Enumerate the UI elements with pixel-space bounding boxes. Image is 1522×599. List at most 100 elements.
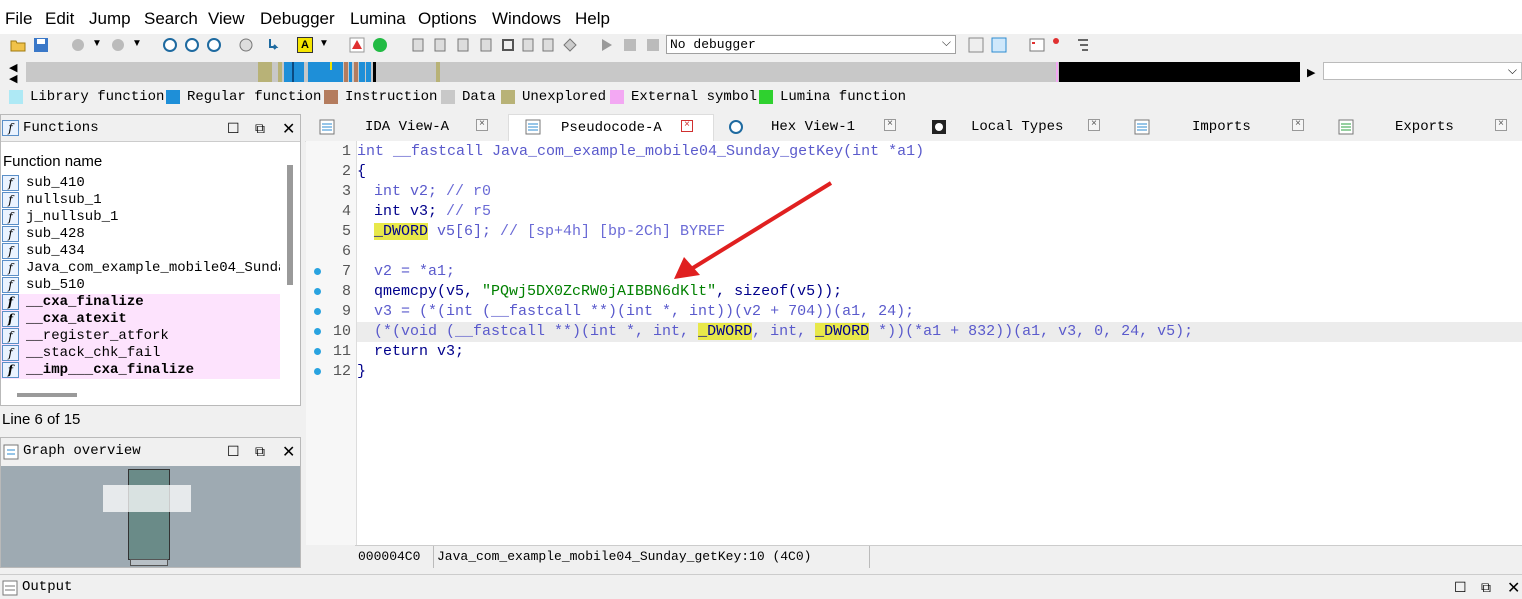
- tree-icon[interactable]: [1075, 37, 1091, 53]
- code-line-4[interactable]: int v3; // r5: [374, 203, 491, 220]
- function-list-item[interactable]: f j_nullsub_1: [1, 209, 280, 226]
- code-line-1[interactable]: int __fastcall Java_com_example_mobile04…: [357, 143, 924, 160]
- close-icon[interactable]: ×: [476, 119, 488, 131]
- breakpoint-list-icon[interactable]: [1052, 37, 1068, 53]
- menu-debugger[interactable]: Debugger: [260, 9, 335, 29]
- code-line-9[interactable]: v3 = (*(int (__fastcall **)(int *, int))…: [374, 303, 914, 320]
- open-folder-icon[interactable]: [10, 37, 26, 53]
- enum-icon[interactable]: [520, 37, 536, 53]
- menu-view[interactable]: View: [208, 9, 245, 29]
- green-circle-icon[interactable]: [372, 37, 388, 53]
- function-list-item[interactable]: f nullsub_1: [1, 192, 280, 209]
- menu-file[interactable]: File: [5, 9, 32, 29]
- breakpoint-dot[interactable]: [314, 288, 321, 295]
- navigation-band[interactable]: ◀ ◀ ▶ ⌵: [0, 58, 1522, 86]
- nav-left-arrow-icon[interactable]: ◀: [9, 72, 17, 85]
- menu-search[interactable]: Search: [144, 9, 198, 29]
- diamond-icon[interactable]: [562, 37, 578, 53]
- stop-icon[interactable]: [645, 37, 661, 53]
- tab-exports[interactable]: Exports ×: [1322, 114, 1520, 140]
- play-icon[interactable]: [598, 37, 614, 53]
- function-list-item[interactable]: f __cxa_finalize: [1, 294, 280, 311]
- debugger-select[interactable]: No debugger ⌵: [666, 35, 956, 54]
- breakpoint-dot[interactable]: [314, 328, 321, 335]
- chevron-down-icon[interactable]: ▼: [132, 38, 142, 49]
- c-icon[interactable]: [968, 37, 984, 53]
- text-view-icon[interactable]: [184, 37, 200, 53]
- maximize-icon[interactable]: ☐: [227, 120, 240, 137]
- nav-right-arrow-icon[interactable]: ▶: [1307, 66, 1315, 79]
- code-line-10[interactable]: (*(void (__fastcall **)(int *, int, _DWO…: [374, 323, 1193, 340]
- close-icon[interactable]: ✕: [282, 119, 295, 139]
- navigation-strip[interactable]: [26, 62, 1300, 82]
- close-icon[interactable]: ✕: [282, 442, 295, 462]
- segment-icon[interactable]: [410, 37, 426, 53]
- menu-edit[interactable]: Edit: [45, 9, 74, 29]
- function-list-item[interactable]: f sub_428: [1, 226, 280, 243]
- breakpoint-dot[interactable]: [314, 268, 321, 275]
- restore-icon[interactable]: ⧉: [255, 120, 265, 137]
- code-line-2[interactable]: {: [357, 163, 366, 180]
- names-icon[interactable]: [432, 37, 448, 53]
- function-name-header[interactable]: Function name: [3, 153, 102, 170]
- structure-icon[interactable]: [238, 37, 254, 53]
- function-list-item[interactable]: f __stack_chk_fail: [1, 345, 280, 362]
- warning-icon[interactable]: [349, 37, 365, 53]
- close-icon[interactable]: ✕: [1507, 578, 1520, 598]
- code-line-7[interactable]: v2 = *a1;: [374, 263, 455, 280]
- c-highlight-icon[interactable]: [991, 37, 1007, 53]
- text-a-icon[interactable]: A: [297, 37, 313, 53]
- function-list-item[interactable]: f sub_434: [1, 243, 280, 260]
- forward-icon[interactable]: [110, 37, 126, 53]
- jump-arrow-icon[interactable]: [266, 37, 282, 53]
- chevron-down-icon[interactable]: ▼: [92, 38, 102, 49]
- functions-scrollbar[interactable]: [287, 165, 293, 285]
- graph-overview-viewport[interactable]: [103, 485, 191, 512]
- list-icon[interactable]: [1029, 37, 1045, 53]
- code-line-8[interactable]: qmemcpy(v5, "PQwj5DX0ZcRW0jAIBBN6dKlt", …: [374, 283, 842, 300]
- code-line-12[interactable]: }: [357, 363, 366, 380]
- close-icon[interactable]: ×: [1495, 119, 1507, 131]
- function-list-item[interactable]: f sub_510: [1, 277, 280, 294]
- strings-icon[interactable]: [478, 37, 494, 53]
- function-list-item[interactable]: f __imp___cxa_finalize: [1, 362, 280, 379]
- close-icon[interactable]: ×: [1088, 119, 1100, 131]
- close-icon[interactable]: ×: [681, 120, 693, 132]
- nav-combo[interactable]: ⌵: [1323, 62, 1522, 80]
- code-line-3[interactable]: int v2; // r0: [374, 183, 491, 200]
- breakpoint-dot[interactable]: [314, 368, 321, 375]
- menu-jump[interactable]: Jump: [89, 9, 131, 29]
- pseudocode-view[interactable]: 1 2 3 4 5 6 7 8 9 10 11 12 int __fastcal…: [306, 141, 1522, 545]
- back-icon[interactable]: [70, 37, 86, 53]
- maximize-icon[interactable]: ☐: [1454, 579, 1467, 596]
- functions-icon[interactable]: [455, 37, 471, 53]
- restore-icon[interactable]: ⧉: [255, 443, 265, 460]
- code-line-11[interactable]: return v3;: [374, 343, 464, 360]
- tab-local-types[interactable]: Local Types ×: [918, 114, 1118, 140]
- graph-icon[interactable]: [162, 37, 178, 53]
- close-icon[interactable]: ×: [1292, 119, 1304, 131]
- menu-help[interactable]: Help: [575, 9, 610, 29]
- tab-imports[interactable]: Imports ×: [1120, 114, 1320, 140]
- menu-options[interactable]: Options: [418, 9, 477, 29]
- function-list-item[interactable]: f Java_com_example_mobile04_Sunday: [1, 260, 280, 277]
- restore-icon[interactable]: ⧉: [1481, 579, 1491, 596]
- functions-hscrollbar[interactable]: [17, 393, 77, 397]
- chevron-down-icon[interactable]: ▼: [319, 38, 329, 49]
- breakpoint-dot[interactable]: [314, 348, 321, 355]
- hex-icon[interactable]: [206, 37, 222, 53]
- maximize-icon[interactable]: ☐: [227, 443, 240, 460]
- function-list-item[interactable]: f __register_atfork: [1, 328, 280, 345]
- graph-overview-node[interactable]: [128, 469, 170, 560]
- function-list-item[interactable]: f __cxa_atexit: [1, 311, 280, 328]
- breakpoint-dot[interactable]: [314, 308, 321, 315]
- tab-pseudocode-a[interactable]: Pseudocode-A ×: [508, 114, 714, 141]
- save-icon[interactable]: [33, 37, 49, 53]
- stop-square-icon[interactable]: [500, 37, 516, 53]
- tab-hex-view-1[interactable]: Hex View-1 ×: [716, 114, 916, 140]
- close-icon[interactable]: ×: [884, 119, 896, 131]
- pause-icon[interactable]: [622, 37, 638, 53]
- menu-windows[interactable]: Windows: [492, 9, 561, 29]
- tab-ida-view-a[interactable]: IDA View-A ×: [305, 114, 505, 140]
- patch-icon[interactable]: [540, 37, 556, 53]
